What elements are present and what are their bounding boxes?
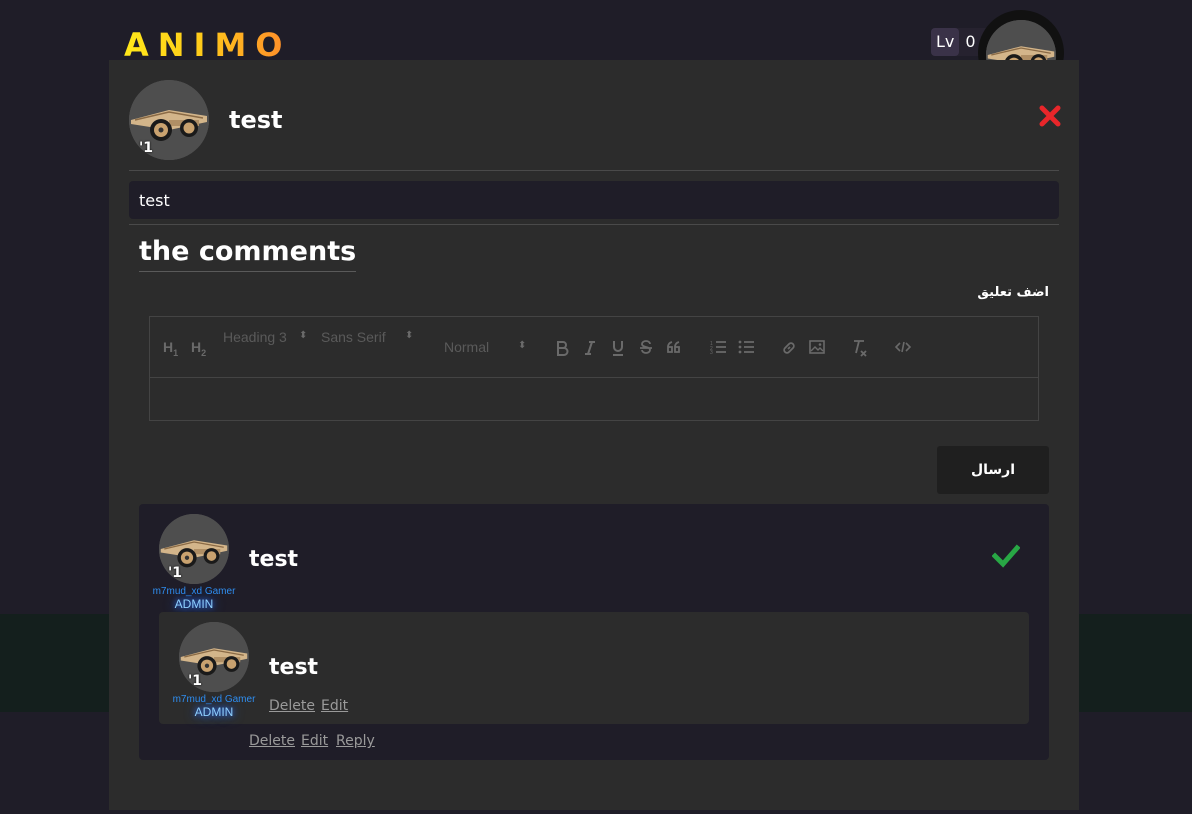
- post-body: test: [129, 181, 1059, 219]
- comment-author-avatar[interactable]: '1: [159, 514, 229, 584]
- reply-edit-link[interactable]: Edit: [321, 698, 348, 714]
- post-modal: '1 test test the comments اضف تعليق H1 H…: [109, 60, 1079, 810]
- size-select-value: Normal: [444, 339, 490, 355]
- check-icon[interactable]: [992, 544, 1020, 568]
- font-select[interactable]: Sans Serif ⬍: [321, 329, 415, 345]
- h2-button[interactable]: H2: [191, 339, 206, 358]
- role-badge: ADMIN: [174, 597, 214, 611]
- send-button[interactable]: ارسال: [937, 446, 1049, 494]
- select-arrow-icon: ⬍: [405, 330, 414, 341]
- reply-text: test: [269, 655, 319, 680]
- italic-icon[interactable]: [583, 340, 597, 356]
- svg-text:3: 3: [710, 350, 713, 354]
- post-title: test: [229, 106, 283, 134]
- font-select-value: Sans Serif: [321, 329, 386, 345]
- avatar-badge: '1: [188, 673, 203, 689]
- comment-text: test: [249, 547, 299, 572]
- reply-author-avatar[interactable]: '1: [179, 622, 249, 692]
- reply-delete-link[interactable]: Delete: [269, 698, 315, 714]
- image-icon[interactable]: [809, 340, 825, 354]
- add-comment-label: اضف تعليق: [977, 285, 1049, 300]
- code-icon[interactable]: [895, 341, 911, 353]
- divider: [129, 170, 1059, 171]
- select-arrow-icon: ⬍: [299, 330, 308, 341]
- select-arrow-icon: ⬍: [518, 340, 527, 351]
- close-icon[interactable]: [1038, 104, 1062, 128]
- size-select[interactable]: Normal ⬍: [444, 339, 528, 355]
- bold-icon[interactable]: [555, 340, 569, 356]
- bullet-list-icon[interactable]: [738, 340, 754, 354]
- divider: [129, 224, 1059, 225]
- level-label: Lv: [931, 28, 960, 56]
- heading-select-value: Heading 3: [223, 329, 287, 345]
- comment-username[interactable]: m7mud_xd Gamer: [144, 586, 244, 597]
- quote-icon[interactable]: [667, 341, 681, 353]
- comment-reply-link[interactable]: Reply: [336, 733, 375, 749]
- editor-input-area[interactable]: [150, 379, 1038, 421]
- reply-username[interactable]: m7mud_xd Gamer: [164, 694, 264, 705]
- comment-card: '1 m7mud_xd Gamer ADMIN test '1 m7mud_xd…: [139, 504, 1049, 760]
- link-icon[interactable]: [781, 340, 797, 356]
- underline-icon[interactable]: [611, 339, 625, 357]
- site-logo[interactable]: ANIMO: [124, 26, 292, 64]
- editor-toolbar: H1 H2 Heading 3 ⬍ Sans Serif ⬍ Normal ⬍: [150, 317, 1038, 378]
- avatar-badge: '1: [168, 565, 183, 581]
- comments-heading: the comments: [139, 236, 357, 272]
- comment-edit-link[interactable]: Edit: [301, 733, 328, 749]
- comment-delete-link[interactable]: Delete: [249, 733, 295, 749]
- strike-icon[interactable]: [639, 340, 653, 356]
- h1-button[interactable]: H1: [163, 339, 178, 358]
- post-author-avatar[interactable]: '1: [129, 80, 209, 160]
- heading-select[interactable]: Heading 3 ⬍: [223, 329, 309, 345]
- avatar-badge: '1: [139, 140, 154, 156]
- role-badge: ADMIN: [194, 705, 234, 719]
- clear-format-icon[interactable]: [852, 339, 868, 357]
- reply-card: '1 m7mud_xd Gamer ADMIN test Delete Edit: [159, 612, 1029, 724]
- ordered-list-icon[interactable]: 123: [710, 340, 726, 354]
- comment-editor: H1 H2 Heading 3 ⬍ Sans Serif ⬍ Normal ⬍: [149, 316, 1039, 421]
